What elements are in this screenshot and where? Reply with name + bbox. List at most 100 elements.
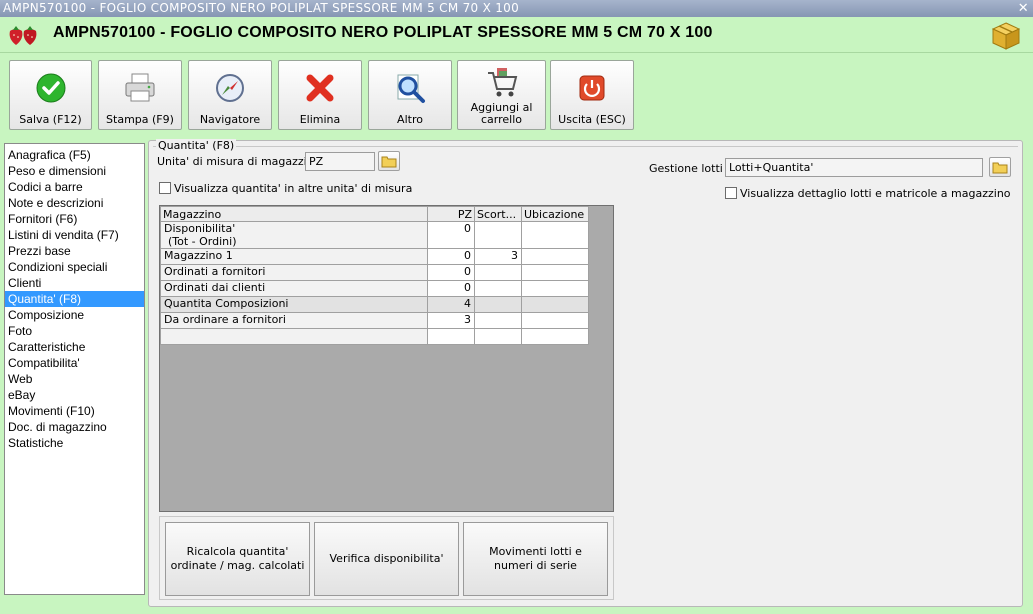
cell-magazzino-text: Quantita Composizioni	[164, 297, 289, 310]
cell-pz[interactable]: 0	[427, 280, 475, 297]
cell-pz[interactable]: 4	[427, 296, 475, 313]
table-row[interactable]: Magazzino 1 03	[160, 248, 589, 265]
printer-icon	[125, 73, 155, 102]
close-icon[interactable]: ✕	[1018, 0, 1029, 17]
print-button[interactable]: Stampa (F9)	[98, 60, 182, 130]
table-row[interactable]: Da ordinare a fornitori 3	[160, 312, 589, 329]
show-other-units-label: Visualizza quantita' in altre unita' di …	[174, 182, 413, 195]
sidebar-item[interactable]: Peso e dimensioni	[5, 163, 144, 179]
delete-button-label: Elimina	[299, 113, 341, 126]
navigator-button[interactable]: Navigatore	[188, 60, 272, 130]
cell-magazzino: Disponibilita' (Tot - Ordini)	[160, 221, 428, 249]
sidebar-item[interactable]: Fornitori (F6)	[5, 211, 144, 227]
cell-scorta[interactable]	[474, 312, 522, 329]
cell-ubicazione[interactable]	[521, 328, 589, 345]
cell-magazzino-subtext: (Tot - Ordini)	[168, 235, 237, 248]
window-titlebar: AMPN570100 - FOGLIO COMPOSITO NERO POLIP…	[0, 0, 1033, 17]
sidebar-item[interactable]: Anagrafica (F5)	[5, 147, 144, 163]
cell-ubicazione[interactable]	[521, 280, 589, 297]
table-row[interactable]: Disponibilita' (Tot - Ordini) 0	[160, 221, 589, 249]
delete-button[interactable]: Elimina	[278, 60, 362, 130]
cell-ubicazione[interactable]	[521, 248, 589, 265]
cell-scorta[interactable]	[474, 328, 522, 345]
toolbar: Salva (F12) Stampa (F9) Navigatore Elimi…	[0, 54, 1033, 134]
folder-icon	[381, 156, 397, 168]
sidebar-item[interactable]: Clienti	[5, 275, 144, 291]
sidebar-item[interactable]: eBay	[5, 387, 144, 403]
sidebar-item[interactable]: Caratteristiche	[5, 339, 144, 355]
cell-ubicazione[interactable]	[521, 221, 589, 249]
lots-field[interactable]: Lotti+Quantita'	[725, 158, 983, 177]
table-row[interactable]: Quantita Composizioni 4	[160, 296, 589, 313]
cell-ubicazione[interactable]	[521, 312, 589, 329]
cell-ubicazione[interactable]	[521, 264, 589, 281]
stock-table: Magazzino PZ Scort... Ubicazione Disponi…	[160, 206, 589, 345]
save-button-label: Salva (F12)	[19, 113, 82, 126]
col-header-magazzino[interactable]: Magazzino	[160, 206, 428, 222]
cell-pz[interactable]: 0	[427, 248, 475, 265]
sidebar-item[interactable]: Composizione	[5, 307, 144, 323]
sidebar-item[interactable]: Statistiche	[5, 435, 144, 451]
cell-scorta[interactable]	[474, 264, 522, 281]
uom-browse-button[interactable]	[378, 151, 400, 171]
cell-scorta[interactable]: 3	[474, 248, 522, 265]
sidebar-item[interactable]: Compatibilita'	[5, 355, 144, 371]
uom-field[interactable]: PZ	[305, 152, 375, 171]
cell-magazzino: Da ordinare a fornitori	[160, 312, 428, 329]
sidebar-item[interactable]: Movimenti (F10)	[5, 403, 144, 419]
sidebar-item[interactable]: Condizioni speciali	[5, 259, 144, 275]
check-icon	[36, 73, 65, 103]
cell-pz[interactable]	[427, 328, 475, 345]
table-row[interactable]: Ordinati dai clienti 0	[160, 280, 589, 297]
group-border	[153, 146, 1018, 151]
show-other-units-checkbox[interactable]	[159, 182, 171, 194]
col-header-scorta[interactable]: Scort...	[474, 206, 522, 222]
quantity-panel: Quantita' (F8) Unita' di misura di magaz…	[148, 139, 1023, 607]
table-header-row: Magazzino PZ Scort... Ubicazione	[160, 206, 589, 222]
cell-scorta[interactable]	[474, 221, 522, 249]
sidebar-item[interactable]: Listini di vendita (F7)	[5, 227, 144, 243]
lot-movements-button[interactable]: Movimenti lotti e numeri di serie	[463, 522, 608, 596]
cell-magazzino-text: Da ordinare a fornitori	[164, 313, 286, 326]
navigator-button-label: Navigatore	[199, 113, 261, 126]
cell-magazzino: Ordinati dai clienti	[160, 280, 428, 297]
window-titlebar-text: AMPN570100 - FOGLIO COMPOSITO NERO POLIP…	[3, 1, 520, 15]
sidebar-item[interactable]: Prezzi base	[5, 243, 144, 259]
table-row[interactable]	[160, 328, 589, 345]
header: AMPN570100 - FOGLIO COMPOSITO NERO POLIP…	[0, 17, 1033, 53]
col-header-pz[interactable]: PZ	[427, 206, 475, 222]
sidebar-item[interactable]: Quantita' (F8)	[5, 291, 144, 307]
table-row[interactable]: Ordinati a fornitori 0	[160, 264, 589, 281]
cell-pz[interactable]: 0	[427, 264, 475, 281]
stock-grid: Magazzino PZ Scort... Ubicazione Disponi…	[159, 205, 614, 512]
other-button[interactable]: Altro	[368, 60, 452, 130]
panel-legend: Quantita' (F8)	[156, 139, 237, 152]
sidebar-item[interactable]: Doc. di magazzino	[5, 419, 144, 435]
sidebar-item[interactable]: Codici a barre	[5, 179, 144, 195]
verify-availability-button[interactable]: Verifica disponibilita'	[314, 522, 459, 596]
cell-scorta[interactable]	[474, 280, 522, 297]
cell-magazzino-text: Magazzino 1	[164, 249, 233, 262]
x-icon	[306, 74, 334, 102]
cell-pz[interactable]: 3	[427, 312, 475, 329]
show-lot-detail-checkbox[interactable]	[725, 187, 737, 199]
sidebar-item[interactable]: Foto	[5, 323, 144, 339]
sidebar-item[interactable]: Note e descrizioni	[5, 195, 144, 211]
lots-label: Gestione lotti :	[649, 162, 731, 175]
cell-scorta[interactable]	[474, 296, 522, 313]
cell-magazzino: Magazzino 1	[160, 248, 428, 265]
col-header-ubicazione[interactable]: Ubicazione	[521, 206, 589, 222]
package-cube-icon[interactable]	[991, 21, 1021, 51]
add-to-cart-button[interactable]: Aggiungi al carrello	[457, 60, 546, 130]
cell-ubicazione[interactable]	[521, 296, 589, 313]
uom-label: Unita' di misura di magazzino :	[157, 155, 328, 168]
lots-browse-button[interactable]	[989, 157, 1011, 177]
exit-button[interactable]: Uscita (ESC)	[550, 60, 634, 130]
recalc-quantities-button[interactable]: Ricalcola quantita' ordinate / mag. calc…	[165, 522, 310, 596]
add-to-cart-button-label: Aggiungi al carrello	[470, 101, 533, 126]
sidebar-item[interactable]: Web	[5, 371, 144, 387]
cell-magazzino-text: Ordinati a fornitori	[164, 265, 266, 278]
save-button[interactable]: Salva (F12)	[9, 60, 92, 130]
cell-pz[interactable]: 0	[427, 221, 475, 249]
cell-magazzino: Quantita Composizioni	[160, 296, 428, 313]
